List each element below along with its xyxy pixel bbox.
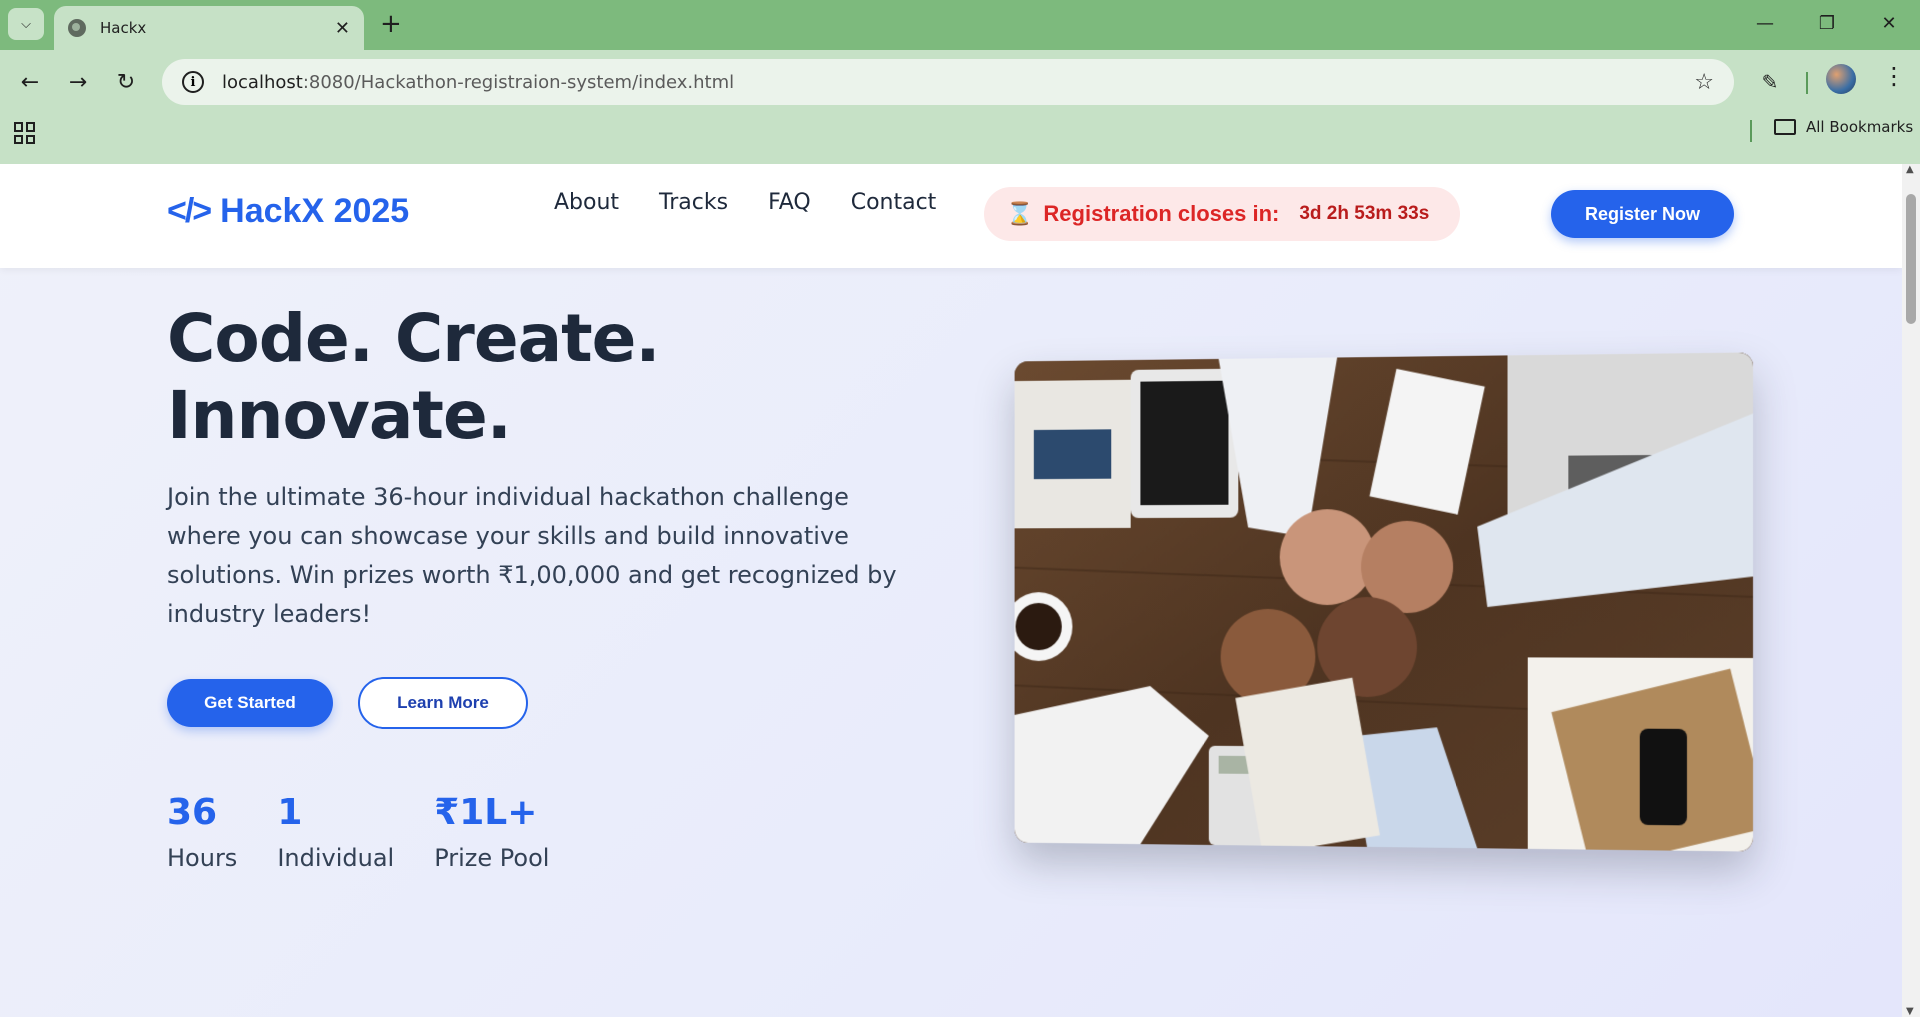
main-nav: About Tracks FAQ Contact bbox=[554, 190, 936, 215]
folder-icon bbox=[1774, 119, 1796, 135]
window-controls: — ❐ ✕ bbox=[1734, 0, 1920, 46]
stat-value: 36 bbox=[167, 792, 218, 833]
address-bar[interactable]: i localhost:8080/Hackathon-registraion-s… bbox=[162, 59, 1734, 105]
hero-title-line2: Innovate. bbox=[167, 377, 512, 454]
nav-link-faq[interactable]: FAQ bbox=[768, 190, 811, 215]
stat-prize-pool: ₹1L+ Prize Pool bbox=[434, 792, 549, 872]
restore-button[interactable]: ❐ bbox=[1796, 0, 1858, 46]
stat-individual: 1 Individual bbox=[277, 792, 394, 872]
reload-button[interactable]: ↻ bbox=[108, 64, 144, 100]
logo-text: HackX 2025 bbox=[220, 192, 410, 230]
hero-stats: 36 Hours 1 Individual ₹1L+ Prize Pool bbox=[167, 792, 589, 872]
site-logo[interactable]: </> HackX 2025 bbox=[167, 192, 409, 231]
stat-value: ₹1L+ bbox=[434, 792, 538, 833]
stat-label: Individual bbox=[277, 844, 395, 872]
get-started-button[interactable]: Get Started bbox=[167, 679, 333, 727]
teamwork-illustration bbox=[1014, 352, 1754, 852]
tab-title: Hackx bbox=[100, 19, 147, 37]
bookmarks-divider bbox=[1750, 120, 1752, 142]
hero-title: Code. Create. Innovate. bbox=[167, 300, 661, 454]
countdown-label: Registration closes in: bbox=[1043, 201, 1280, 226]
profile-avatar[interactable] bbox=[1826, 64, 1856, 94]
hourglass-icon: ⌛ bbox=[1006, 201, 1034, 227]
scrollbar-thumb[interactable] bbox=[1906, 194, 1916, 324]
hero-description: Join the ultimate 36-hour individual hac… bbox=[167, 483, 897, 628]
hero-title-line1: Code. Create. bbox=[167, 300, 661, 377]
bookmark-star-icon[interactable]: ☆ bbox=[1694, 70, 1714, 95]
tab-search-button[interactable]: ⌵ bbox=[8, 8, 44, 40]
new-tab-button[interactable]: + bbox=[380, 10, 402, 38]
all-bookmarks-button[interactable]: All Bookmarks bbox=[1774, 118, 1913, 136]
back-button[interactable]: ← bbox=[12, 64, 48, 100]
forward-button[interactable]: → bbox=[60, 64, 96, 100]
stat-hours: 36 Hours bbox=[167, 792, 237, 872]
close-tab-icon[interactable]: ✕ bbox=[335, 18, 350, 39]
stat-label: Hours bbox=[167, 844, 238, 872]
stat-value: 1 bbox=[277, 792, 303, 833]
globe-icon bbox=[68, 19, 86, 37]
close-window-button[interactable]: ✕ bbox=[1858, 0, 1920, 46]
extensions-icon[interactable]: ✎ bbox=[1752, 64, 1788, 100]
url-host: localhost bbox=[222, 71, 303, 93]
scroll-down-arrow[interactable]: ▼ bbox=[1906, 1006, 1914, 1017]
browser-tab[interactable]: Hackx ✕ bbox=[54, 6, 364, 50]
scroll-up-arrow[interactable]: ▲ bbox=[1906, 164, 1914, 175]
nav-link-tracks[interactable]: Tracks bbox=[659, 190, 728, 215]
url-path: :8080/Hackathon-registraion-system/index… bbox=[302, 71, 735, 93]
countdown-time: 3d 2h 53m 33s bbox=[1299, 203, 1430, 224]
menu-kebab-icon[interactable]: ⋮ bbox=[1882, 62, 1906, 90]
nav-link-contact[interactable]: Contact bbox=[851, 190, 937, 215]
learn-more-button[interactable]: Learn More bbox=[358, 677, 528, 729]
url-text: localhost:8080/Hackathon-registraion-sys… bbox=[222, 72, 1694, 93]
registration-countdown: ⌛ Registration closes in: 3d 2h 53m 33s bbox=[984, 187, 1460, 241]
apps-grid-icon[interactable] bbox=[14, 122, 36, 144]
chevron-down-icon: ⌵ bbox=[21, 16, 31, 32]
toolbar-divider bbox=[1806, 72, 1808, 94]
nav-link-about[interactable]: About bbox=[554, 190, 619, 215]
site-info-icon[interactable]: i bbox=[182, 71, 204, 93]
browser-tab-bar: ⌵ Hackx ✕ + — ❐ ✕ bbox=[0, 0, 1920, 50]
minimize-button[interactable]: — bbox=[1734, 0, 1796, 46]
code-brackets-icon: </> bbox=[167, 192, 212, 230]
web-page: </> HackX 2025 About Tracks FAQ Contact … bbox=[0, 164, 1902, 1017]
page-scrollbar[interactable]: ▲ ▼ bbox=[1902, 164, 1920, 1017]
browser-toolbar: ← → ↻ i localhost:8080/Hackathon-registr… bbox=[0, 50, 1920, 164]
hero-teamwork-image bbox=[1014, 352, 1754, 852]
register-now-button[interactable]: Register Now bbox=[1551, 190, 1734, 238]
site-header: </> HackX 2025 About Tracks FAQ Contact … bbox=[0, 164, 1902, 268]
stat-label: Prize Pool bbox=[434, 844, 550, 872]
bookmarks-label: All Bookmarks bbox=[1806, 118, 1914, 136]
